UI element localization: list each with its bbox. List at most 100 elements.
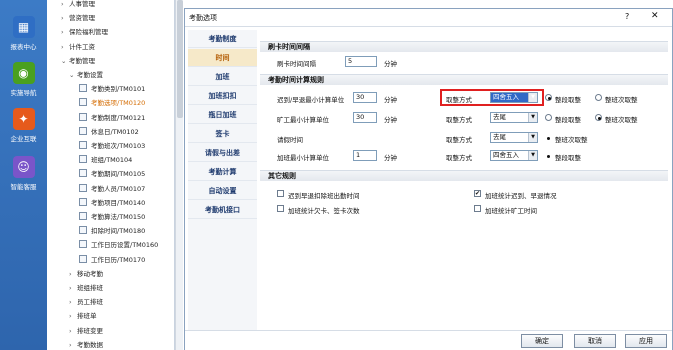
rounding-value: 去尾 [493, 113, 506, 121]
close-button[interactable]: ✕ [651, 11, 659, 21]
rule-option-label: 整班次取整 [555, 136, 588, 144]
left-icon-rail: ▦ 报表中心 ◉ 实施导航 ✦ 企业互联 ☺ 智能客服 [0, 0, 47, 350]
chevron-right-icon: › [61, 28, 64, 37]
radio-segment-round[interactable] [545, 114, 552, 121]
document-icon [79, 112, 87, 121]
scrollbar-thumb[interactable] [177, 0, 183, 118]
chevron-right-icon: › [69, 340, 72, 349]
radio-shift-round[interactable] [595, 94, 602, 101]
tab-3[interactable]: 加班扣扣 [188, 87, 257, 105]
tree-scrollbar[interactable] [175, 0, 183, 350]
rule-unit: 分钟 [384, 154, 397, 162]
tree-item[interactable]: ⌄ 考勤管理 [61, 54, 95, 68]
chevron-right-icon: › [69, 269, 72, 278]
tree-item[interactable]: › 排班单 [69, 309, 97, 323]
tree-item[interactable]: 考勤类别/TM0101 [79, 82, 145, 96]
tree-item-label: 员工排班 [77, 298, 103, 307]
tree-item[interactable]: ⌄ 考勤设置 [69, 68, 103, 82]
tab-5[interactable]: 签卡 [188, 125, 257, 143]
tree-item[interactable]: 班组/TM0104 [79, 153, 132, 167]
tree-item[interactable]: 考勤班次/TM0103 [79, 139, 145, 153]
tree-item[interactable]: 考勤算法/TM0150 [79, 210, 145, 224]
tree-item-label: 保险福利管理 [69, 28, 108, 37]
rule-label: 加班最小计算单位 [277, 154, 329, 162]
document-icon [79, 254, 87, 263]
tab-4[interactable]: 瓶日加班 [188, 106, 257, 124]
radio-segment-round[interactable] [545, 94, 552, 101]
document-icon [79, 126, 87, 135]
option-checkbox[interactable] [277, 190, 284, 197]
highlight-annotation [440, 89, 544, 106]
cancel-button[interactable]: 取消 [574, 334, 616, 348]
tree-item[interactable]: › 人事管理 [61, 0, 95, 11]
tree-item[interactable]: › 考勤数据 [69, 338, 103, 350]
tree-item[interactable]: 考勤项目/TM0140 [79, 196, 145, 210]
tree-item[interactable]: 工作日历设置/TM0160 [79, 238, 158, 252]
tree-item-label: 考勤人员/TM0107 [91, 184, 146, 193]
tree-item-label: 考勤选项/TM0120 [91, 99, 146, 108]
tree-item[interactable]: 考勤期间/TM0105 [79, 167, 145, 181]
tree-item-label: 考勤管理 [69, 56, 95, 65]
service-icon: ☺ [12, 156, 35, 178]
option-checkbox[interactable] [474, 205, 481, 212]
rail-item-0[interactable]: ▦ 报表中心 [0, 16, 47, 51]
chevron-right-icon: › [69, 298, 72, 307]
chevron-right-icon: › [69, 312, 72, 321]
tree-item-label: 考勤制度/TM0121 [91, 113, 146, 122]
option-checkbox[interactable]: ✔ [474, 190, 481, 197]
tree-item[interactable]: 考勤选项/TM0120 [79, 96, 145, 110]
tree-item[interactable]: 考勤人员/TM0107 [79, 182, 145, 196]
dropdown-arrow-icon: ▼ [528, 133, 537, 142]
rail-item-label: 智能客服 [10, 183, 37, 191]
tree-item[interactable]: 扣除时间/TM0180 [79, 224, 145, 238]
tree-item[interactable]: › 保险福利管理 [61, 25, 108, 39]
card-interval-label: 刷卡时间间隔 [277, 60, 316, 68]
tab-9[interactable]: 考勤机接口 [188, 201, 257, 219]
card-interval-input[interactable]: 5 [345, 56, 377, 67]
tree-item[interactable]: › 班组排班 [69, 281, 103, 295]
chevron-right-icon: › [61, 14, 64, 23]
tree-item[interactable]: 考勤制度/TM0121 [79, 111, 145, 125]
tab-1[interactable]: 时间 [188, 49, 257, 67]
rail-item-1[interactable]: ◉ 实施导航 [0, 62, 47, 97]
tree-item[interactable]: 工作日历/TM0170 [79, 253, 145, 267]
document-icon [79, 183, 87, 192]
bullet-icon [547, 155, 550, 158]
dialog-titlebar: 考勤选项 ? ✕ [185, 9, 672, 27]
tab-8[interactable]: 自动设置 [188, 182, 257, 200]
rule-value-input[interactable]: 30 [353, 112, 377, 123]
tab-6[interactable]: 请假与出差 [188, 144, 257, 162]
tab-7[interactable]: 考勤计算 [188, 163, 257, 181]
tree-item-label: 排班单 [77, 312, 97, 321]
document-icon [79, 240, 87, 249]
tree-item[interactable]: › 排班变更 [69, 324, 103, 338]
tree-item-label: 班组/TM0104 [91, 156, 133, 165]
tree-item[interactable]: 休息日/TM0102 [79, 125, 139, 139]
tab-0[interactable]: 考勤制度 [188, 30, 257, 48]
help-button[interactable]: ? [625, 12, 629, 21]
rail-item-3[interactable]: ☺ 智能客服 [0, 156, 47, 191]
rail-item-2[interactable]: ✦ 企业互联 [0, 108, 47, 143]
rounding-value: 四舍五入 [493, 151, 519, 159]
option-checkbox[interactable] [277, 205, 284, 212]
checkbox-label: 加班统计旷工时间 [485, 207, 537, 215]
chevron-right-icon: › [61, 42, 64, 51]
tree-item[interactable]: › 计件工资 [61, 40, 95, 54]
apply-button[interactable]: 应用 [625, 334, 667, 348]
rule-unit: 分钟 [384, 116, 397, 124]
rounding-label: 取整方式 [446, 154, 472, 162]
rounding-select[interactable]: 四舍五入 ▼ [490, 150, 538, 161]
rule-option-label: 整段取整 [555, 154, 581, 162]
rounding-select[interactable]: 去尾 ▼ [490, 112, 538, 123]
tree-item[interactable]: › 员工排班 [69, 295, 103, 309]
rule-value-input[interactable]: 30 [353, 92, 377, 103]
tree-item[interactable]: › 移动考勤 [69, 267, 103, 281]
radio-shift-round[interactable] [595, 114, 602, 121]
rounding-select[interactable]: 去尾 ▼ [490, 132, 538, 143]
tree-item-label: 考勤期间/TM0105 [91, 170, 146, 179]
tree-item-label: 考勤类别/TM0101 [91, 85, 146, 94]
ok-button[interactable]: 确定 [521, 334, 563, 348]
tree-item[interactable]: › 营资管理 [61, 11, 95, 25]
tab-2[interactable]: 加班 [188, 68, 257, 86]
rule-value-input[interactable]: 1 [353, 150, 377, 161]
